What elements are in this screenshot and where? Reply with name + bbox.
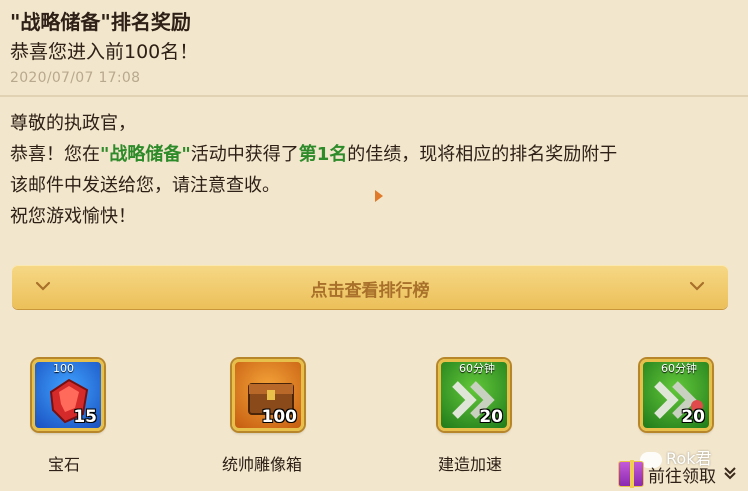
view-ranking-button[interactable]: 点击查看排行榜 <box>12 265 728 309</box>
event-name: "战略储备" <box>100 144 191 165</box>
reward-name: 宝石 <box>48 455 81 474</box>
mail-subtitle: 恭喜您进入前100名！ <box>10 41 199 63</box>
closing: 祝您游戏愉快！ <box>10 206 136 227</box>
body-text-b: 活动中获得了 <box>190 144 299 165</box>
claim-label: 前往领取 <box>648 467 716 487</box>
reward-name: 统帅雕像箱 <box>222 455 303 474</box>
gift-icon <box>618 460 644 488</box>
body-text-a: 恭喜！您在 <box>10 144 100 165</box>
rank-highlight: 第1名 <box>298 144 348 165</box>
reward-count: 20 <box>479 407 503 427</box>
chevron-down-icon <box>689 281 705 291</box>
reward-tag: 100 <box>53 362 74 375</box>
speedup-icon: 60分钟 20 <box>438 359 510 431</box>
gem-icon: 100 15 <box>32 359 104 431</box>
mail-title: "战略储备"排名奖励 <box>10 10 191 34</box>
body-line-1: 恭喜！您在"战略储备"活动中获得了第1名的佳绩，现将相应的排名奖励附于 <box>10 139 735 170</box>
mouse-cursor-icon <box>375 190 383 202</box>
reward-name: 建造加速 <box>438 455 503 474</box>
reward-count: 100 <box>261 407 298 427</box>
mail-header: "战略储备"排名奖励 恭喜您进入前100名！ 2020/07/07 17:08 <box>0 0 748 96</box>
speedup-icon: 60分钟 20 <box>640 359 712 431</box>
reward-item-gems[interactable]: 100 15 宝石 <box>10 359 130 479</box>
reward-item-build-speedup[interactable]: 60分钟 20 建造加速 <box>416 359 536 479</box>
reward-count: 15 <box>73 407 97 427</box>
chest-icon: 100 <box>232 359 304 431</box>
double-chevron-down-icon <box>724 467 736 480</box>
claim-button[interactable]: 前往领取 <box>612 455 748 491</box>
view-ranking-label: 点击查看排行榜 <box>310 281 430 301</box>
greeting: 尊敬的执政官， <box>10 113 136 134</box>
mail-timestamp: 2020/07/07 17:08 <box>10 70 141 86</box>
reward-item-sculpture-chest[interactable]: 100 统帅雕像箱 <box>210 359 330 479</box>
header-divider <box>0 95 748 97</box>
body-line-2: 该邮件中发送给您，请注意查收。 <box>10 175 280 196</box>
reward-tag: 60分钟 <box>459 362 495 375</box>
reward-count: 20 <box>681 407 705 427</box>
reward-tag: 60分钟 <box>661 362 697 375</box>
mail-body: 尊敬的执政官， 恭喜！您在"战略储备"活动中获得了第1名的佳绩，现将相应的排名奖… <box>10 108 735 232</box>
body-text-c: 的佳绩，现将相应的排名奖励附于 <box>347 144 618 165</box>
